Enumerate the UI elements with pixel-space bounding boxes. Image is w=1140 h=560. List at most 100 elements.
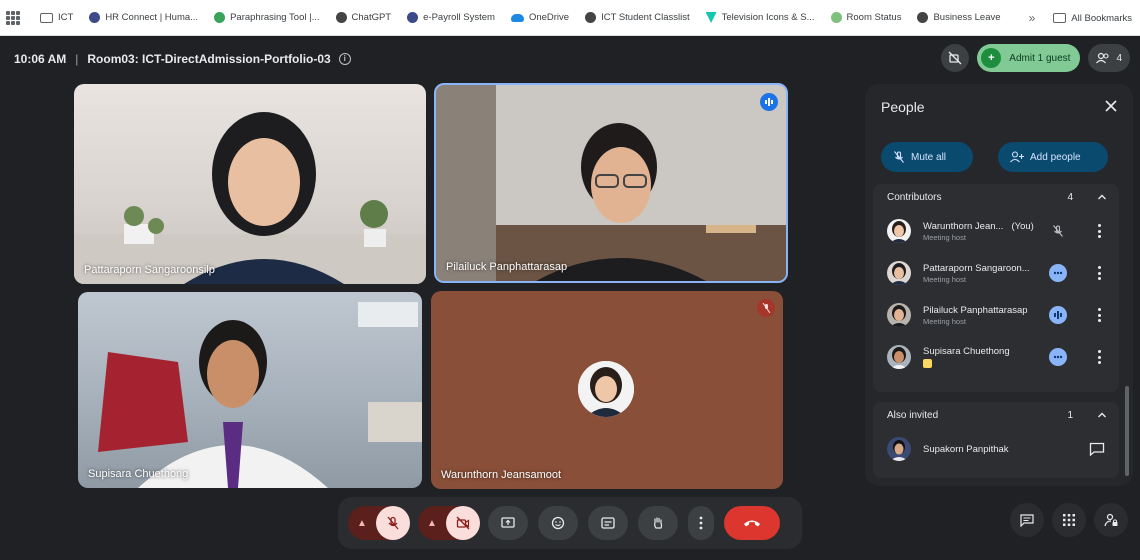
- bookmark-room-status[interactable]: Room Status: [825, 7, 908, 29]
- all-bookmarks-link[interactable]: All Bookmarks: [1071, 13, 1132, 24]
- globe-icon: [89, 12, 101, 23]
- close-icon[interactable]: [1103, 98, 1119, 114]
- participant-role: Meeting host: [923, 316, 966, 326]
- bookmarks-bar: ICT HR Connect | Huma... Paraphrasing To…: [0, 0, 1140, 36]
- reactions-button[interactable]: [538, 506, 578, 540]
- avatar: [887, 261, 911, 285]
- more-vert-icon[interactable]: [1097, 308, 1101, 322]
- folder-icon: [40, 12, 53, 23]
- flaticon-icon: [705, 12, 717, 23]
- contributors-section: Contributors 4 Warunthorn Jean... (You) M…: [873, 184, 1119, 392]
- participant-row[interactable]: Pilailuck Panphattarasap Meeting host: [873, 294, 1119, 336]
- camera-off-button[interactable]: [446, 506, 480, 540]
- leave-call-button[interactable]: [724, 506, 780, 540]
- participant-video: [436, 85, 786, 281]
- avatar: [887, 437, 911, 461]
- bookmark-ict[interactable]: ICT: [34, 7, 79, 29]
- more-options-button[interactable]: [688, 506, 714, 540]
- video-tile-supisara[interactable]: Supisara Chuethong: [78, 292, 422, 488]
- participant-role: Meeting host: [923, 232, 966, 242]
- host-controls-button[interactable]: [1094, 503, 1128, 537]
- meeting-title: Room03: ICT-DirectAdmission-Portfolio-03: [87, 52, 331, 66]
- avatar: [887, 345, 911, 369]
- also-invited-header[interactable]: Also invited 1: [873, 402, 1119, 428]
- more-vert-icon[interactable]: [1097, 350, 1101, 364]
- mic-options-chevron-icon[interactable]: ▲: [348, 506, 376, 540]
- chevron-up-icon[interactable]: [1097, 192, 1107, 202]
- camera-control-group: ▲: [418, 506, 480, 540]
- participant-video: [74, 112, 426, 284]
- participant-row[interactable]: Warunthorn Jean... (You) Meeting host: [873, 210, 1119, 252]
- people-panel: People Mute all Add people Contributors …: [865, 84, 1133, 486]
- avatar: [887, 303, 911, 327]
- participant-row[interactable]: Supisara Chuethong: [873, 336, 1119, 378]
- avatar: [887, 219, 911, 243]
- you-label: (You): [1011, 220, 1034, 232]
- participant-video: [98, 302, 422, 488]
- bookmark-paraphrasing-tool[interactable]: Paraphrasing Tool |...: [208, 7, 325, 29]
- admit-guest-button[interactable]: + Admit 1 guest: [977, 44, 1081, 72]
- bookmark-ict-student-classlist[interactable]: ICT Student Classlist: [579, 7, 696, 29]
- apps-grid-icon: [1063, 514, 1075, 526]
- video-tile-pattaraporn[interactable]: Pattaraporn Sangaroonsilp: [74, 84, 426, 284]
- invited-row[interactable]: Supakorn Panpithak: [873, 428, 1119, 470]
- audio-level-icon: [1049, 264, 1067, 282]
- message-icon[interactable]: [1089, 442, 1105, 457]
- chat-button[interactable]: [1010, 503, 1044, 537]
- participant-name: Pilailuck Panphattarasap: [446, 261, 568, 273]
- emoji-icon: [551, 516, 565, 530]
- header-separator: |: [75, 52, 79, 66]
- mute-all-button[interactable]: Mute all: [881, 142, 973, 172]
- audio-level-icon: [1049, 348, 1067, 366]
- bookmark-business-leave[interactable]: Business Leave: [911, 7, 1006, 29]
- contributors-header[interactable]: Contributors 4: [873, 184, 1119, 210]
- mic-off-icon[interactable]: [1049, 222, 1067, 240]
- chevron-up-icon[interactable]: [1097, 410, 1107, 420]
- mic-off-icon: [894, 151, 904, 163]
- lock-person-icon: [1104, 513, 1118, 527]
- participant-name: Warunthorn Jeansamoot: [441, 469, 562, 481]
- also-invited-label: Also invited: [887, 409, 939, 421]
- participant-row[interactable]: Pattaraporn Sangaroon... Meeting host: [873, 252, 1119, 294]
- video-tile-pilailuck[interactable]: Pilailuck Panphattarasap: [434, 83, 788, 283]
- participant-name: Supisara Chuethong: [88, 468, 189, 480]
- add-person-icon: +: [981, 48, 1002, 68]
- captions-button[interactable]: [588, 506, 628, 540]
- people-count-button[interactable]: 4: [1088, 44, 1130, 72]
- external-badge-icon: [923, 359, 932, 368]
- video-tile-warunthorn[interactable]: Warunthorn Jeansamoot: [431, 291, 783, 489]
- meeting-time: 10:06 AM: [14, 52, 67, 66]
- info-icon[interactable]: i: [338, 53, 351, 65]
- participant-role: Meeting host: [923, 274, 966, 284]
- more-vert-icon[interactable]: [1097, 266, 1101, 280]
- camera-options-chevron-icon[interactable]: ▲: [418, 506, 446, 540]
- participant-name: Supisara Chuethong: [923, 346, 1010, 357]
- contributors-count: 4: [1067, 191, 1073, 203]
- mic-off-icon: [387, 516, 399, 530]
- raise-hand-button[interactable]: [638, 506, 678, 540]
- side-controls: [1010, 503, 1128, 537]
- apps-grid-icon[interactable]: [6, 10, 20, 25]
- participant-name: Pattaraporn Sangaroon...: [923, 262, 1030, 274]
- panel-scrollbar[interactable]: [1125, 386, 1129, 476]
- add-person-icon: [1010, 151, 1024, 163]
- present-screen-button[interactable]: [488, 506, 528, 540]
- globe-icon: [830, 12, 842, 23]
- bookmark-onedrive[interactable]: OneDrive: [505, 7, 575, 29]
- bookmark-chatgpt[interactable]: ChatGPT: [330, 7, 398, 29]
- speaking-indicator-icon: [1049, 306, 1067, 324]
- contributors-label: Contributors: [887, 191, 942, 203]
- activities-button[interactable]: [1052, 503, 1086, 537]
- present-icon: [501, 517, 515, 528]
- participant-name: Pattaraporn Sangaroonsilp: [84, 264, 215, 276]
- camera-off-indicator-icon[interactable]: [941, 44, 970, 72]
- call-controls: ▲ ▲: [338, 497, 802, 549]
- bookmark-e-payroll[interactable]: e-Payroll System: [401, 7, 501, 29]
- more-bookmarks-chevron[interactable]: »: [1029, 11, 1036, 25]
- mic-off-button[interactable]: [376, 506, 410, 540]
- bookmark-television-icons[interactable]: Television Icons & S...: [700, 7, 821, 29]
- add-people-button[interactable]: Add people: [998, 142, 1108, 172]
- speaking-indicator-icon: [760, 93, 778, 111]
- bookmark-hr-connect[interactable]: HR Connect | Huma...: [83, 7, 204, 29]
- more-vert-icon[interactable]: [1097, 224, 1101, 238]
